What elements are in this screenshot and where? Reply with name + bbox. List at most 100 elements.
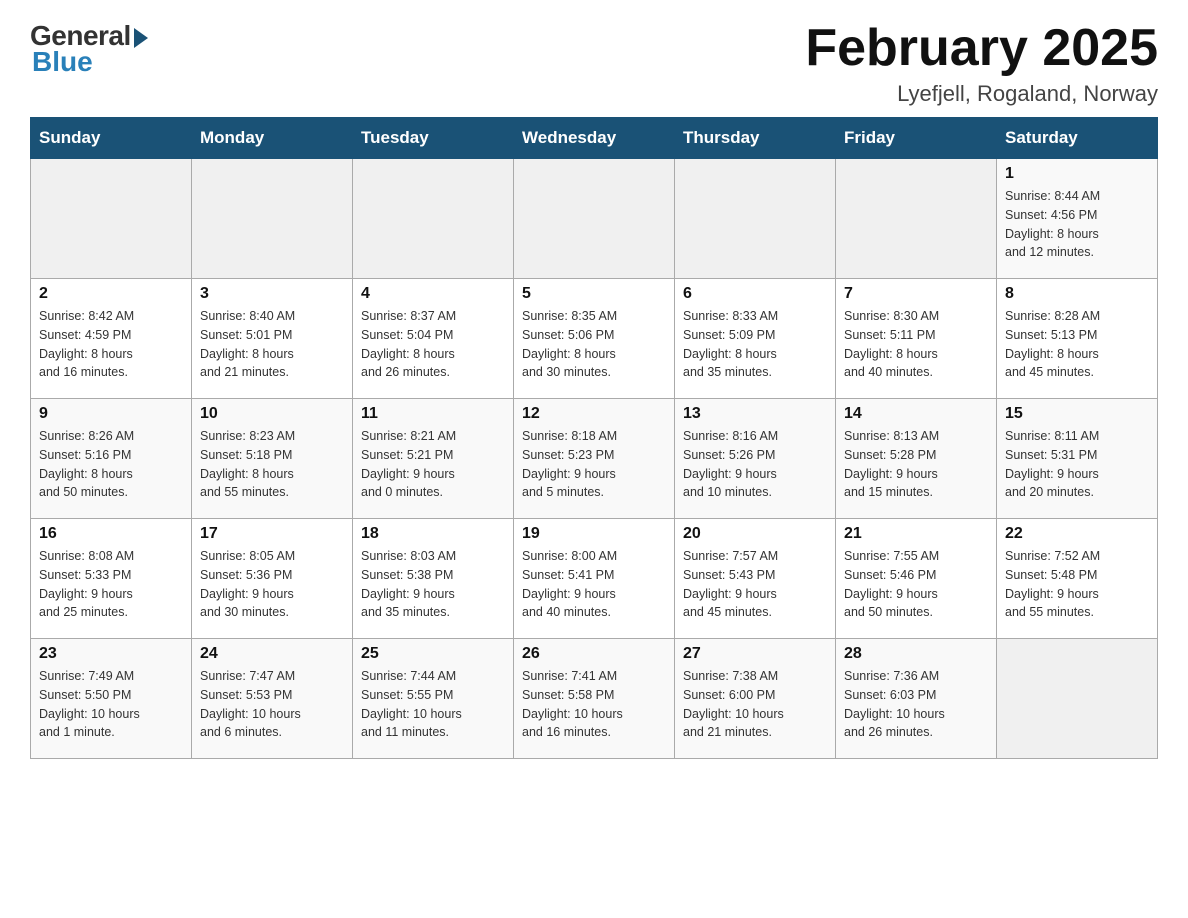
- day-number: 26: [522, 645, 666, 663]
- weekday-header-tuesday: Tuesday: [353, 118, 514, 159]
- day-number: 18: [361, 525, 505, 543]
- day-info: Sunrise: 7:55 AM Sunset: 5:46 PM Dayligh…: [844, 547, 988, 622]
- day-info: Sunrise: 7:47 AM Sunset: 5:53 PM Dayligh…: [200, 667, 344, 742]
- calendar-cell: [514, 159, 675, 279]
- weekday-header-saturday: Saturday: [997, 118, 1158, 159]
- calendar-cell: 3 Sunrise: 8:40 AM Sunset: 5:01 PM Daylig…: [192, 279, 353, 399]
- calendar-week-4: 16 Sunrise: 8:08 AM Sunset: 5:33 PM Dayli…: [31, 519, 1158, 639]
- day-info: Sunrise: 8:21 AM Sunset: 5:21 PM Dayligh…: [361, 427, 505, 502]
- day-number: 2: [39, 285, 183, 303]
- calendar-cell: 18 Sunrise: 8:03 AM Sunset: 5:38 PM Dayli…: [353, 519, 514, 639]
- logo-arrow-icon: [134, 28, 148, 48]
- calendar-cell: 1 Sunrise: 8:44 AM Sunset: 4:56 PM Daylig…: [997, 159, 1158, 279]
- day-info: Sunrise: 8:33 AM Sunset: 5:09 PM Dayligh…: [683, 307, 827, 382]
- day-info: Sunrise: 8:42 AM Sunset: 4:59 PM Dayligh…: [39, 307, 183, 382]
- weekday-header-monday: Monday: [192, 118, 353, 159]
- month-title: February 2025: [805, 20, 1158, 77]
- day-number: 17: [200, 525, 344, 543]
- day-number: 12: [522, 405, 666, 423]
- calendar-cell: [997, 639, 1158, 759]
- day-number: 22: [1005, 525, 1149, 543]
- day-number: 24: [200, 645, 344, 663]
- calendar-cell: 13 Sunrise: 8:16 AM Sunset: 5:26 PM Dayli…: [675, 399, 836, 519]
- day-info: Sunrise: 8:00 AM Sunset: 5:41 PM Dayligh…: [522, 547, 666, 622]
- calendar-cell: [192, 159, 353, 279]
- day-info: Sunrise: 8:37 AM Sunset: 5:04 PM Dayligh…: [361, 307, 505, 382]
- weekday-header-sunday: Sunday: [31, 118, 192, 159]
- day-info: Sunrise: 8:08 AM Sunset: 5:33 PM Dayligh…: [39, 547, 183, 622]
- day-number: 19: [522, 525, 666, 543]
- day-number: 4: [361, 285, 505, 303]
- day-info: Sunrise: 8:35 AM Sunset: 5:06 PM Dayligh…: [522, 307, 666, 382]
- day-number: 10: [200, 405, 344, 423]
- day-number: 23: [39, 645, 183, 663]
- day-info: Sunrise: 7:38 AM Sunset: 6:00 PM Dayligh…: [683, 667, 827, 742]
- day-info: Sunrise: 8:05 AM Sunset: 5:36 PM Dayligh…: [200, 547, 344, 622]
- day-info: Sunrise: 8:44 AM Sunset: 4:56 PM Dayligh…: [1005, 187, 1149, 262]
- calendar-cell: 5 Sunrise: 8:35 AM Sunset: 5:06 PM Daylig…: [514, 279, 675, 399]
- day-info: Sunrise: 8:26 AM Sunset: 5:16 PM Dayligh…: [39, 427, 183, 502]
- day-number: 3: [200, 285, 344, 303]
- location-subtitle: Lyefjell, Rogaland, Norway: [805, 81, 1158, 107]
- day-info: Sunrise: 7:44 AM Sunset: 5:55 PM Dayligh…: [361, 667, 505, 742]
- calendar-cell: 22Sunrise: 7:52 AM Sunset: 5:48 PM Dayli…: [997, 519, 1158, 639]
- day-info: Sunrise: 8:23 AM Sunset: 5:18 PM Dayligh…: [200, 427, 344, 502]
- calendar-cell: 6 Sunrise: 8:33 AM Sunset: 5:09 PM Daylig…: [675, 279, 836, 399]
- logo-blue-text: Blue: [32, 46, 93, 78]
- calendar-cell: 23 Sunrise: 7:49 AM Sunset: 5:50 PM Dayli…: [31, 639, 192, 759]
- day-info: Sunrise: 7:41 AM Sunset: 5:58 PM Dayligh…: [522, 667, 666, 742]
- day-number: 27: [683, 645, 827, 663]
- calendar-cell: 7 Sunrise: 8:30 AM Sunset: 5:11 PM Daylig…: [836, 279, 997, 399]
- day-info: Sunrise: 7:36 AM Sunset: 6:03 PM Dayligh…: [844, 667, 988, 742]
- day-info: Sunrise: 8:18 AM Sunset: 5:23 PM Dayligh…: [522, 427, 666, 502]
- day-info: Sunrise: 8:13 AM Sunset: 5:28 PM Dayligh…: [844, 427, 988, 502]
- calendar-cell: 9 Sunrise: 8:26 AM Sunset: 5:16 PM Daylig…: [31, 399, 192, 519]
- day-info: Sunrise: 8:40 AM Sunset: 5:01 PM Dayligh…: [200, 307, 344, 382]
- day-info: Sunrise: 7:57 AM Sunset: 5:43 PM Dayligh…: [683, 547, 827, 622]
- day-number: 16: [39, 525, 183, 543]
- calendar-cell: 10 Sunrise: 8:23 AM Sunset: 5:18 PM Dayli…: [192, 399, 353, 519]
- weekday-header-wednesday: Wednesday: [514, 118, 675, 159]
- calendar-cell: 2 Sunrise: 8:42 AM Sunset: 4:59 PM Daylig…: [31, 279, 192, 399]
- day-info: Sunrise: 8:28 AM Sunset: 5:13 PM Dayligh…: [1005, 307, 1149, 382]
- calendar-cell: 8 Sunrise: 8:28 AM Sunset: 5:13 PM Daylig…: [997, 279, 1158, 399]
- calendar-cell: 11 Sunrise: 8:21 AM Sunset: 5:21 PM Dayli…: [353, 399, 514, 519]
- weekday-header-thursday: Thursday: [675, 118, 836, 159]
- day-info: Sunrise: 8:11 AM Sunset: 5:31 PM Dayligh…: [1005, 427, 1149, 502]
- day-number: 13: [683, 405, 827, 423]
- day-number: 21: [844, 525, 988, 543]
- calendar-cell: 21 Sunrise: 7:55 AM Sunset: 5:46 PM Dayli…: [836, 519, 997, 639]
- day-info: Sunrise: 7:49 AM Sunset: 5:50 PM Dayligh…: [39, 667, 183, 742]
- calendar-cell: 27 Sunrise: 7:38 AM Sunset: 6:00 PM Dayli…: [675, 639, 836, 759]
- calendar-week-3: 9 Sunrise: 8:26 AM Sunset: 5:16 PM Daylig…: [31, 399, 1158, 519]
- weekday-header-friday: Friday: [836, 118, 997, 159]
- calendar-cell: 4 Sunrise: 8:37 AM Sunset: 5:04 PM Daylig…: [353, 279, 514, 399]
- day-number: 9: [39, 405, 183, 423]
- calendar-cell: 16 Sunrise: 8:08 AM Sunset: 5:33 PM Dayli…: [31, 519, 192, 639]
- calendar-cell: 17 Sunrise: 8:05 AM Sunset: 5:36 PM Dayli…: [192, 519, 353, 639]
- calendar-cell: 20 Sunrise: 7:57 AM Sunset: 5:43 PM Dayli…: [675, 519, 836, 639]
- day-number: 14: [844, 405, 988, 423]
- calendar-cell: 15Sunrise: 8:11 AM Sunset: 5:31 PM Dayli…: [997, 399, 1158, 519]
- calendar-cell: [675, 159, 836, 279]
- day-number: 8: [1005, 285, 1149, 303]
- calendar-table: SundayMondayTuesdayWednesdayThursdayFrid…: [30, 117, 1158, 759]
- day-number: 5: [522, 285, 666, 303]
- day-number: 1: [1005, 165, 1149, 183]
- calendar-cell: [836, 159, 997, 279]
- day-number: 11: [361, 405, 505, 423]
- calendar-cell: 14 Sunrise: 8:13 AM Sunset: 5:28 PM Dayli…: [836, 399, 997, 519]
- title-area: February 2025 Lyefjell, Rogaland, Norway: [805, 20, 1158, 107]
- calendar-cell: 12 Sunrise: 8:18 AM Sunset: 5:23 PM Dayli…: [514, 399, 675, 519]
- day-number: 6: [683, 285, 827, 303]
- day-info: Sunrise: 8:30 AM Sunset: 5:11 PM Dayligh…: [844, 307, 988, 382]
- calendar-week-1: 1 Sunrise: 8:44 AM Sunset: 4:56 PM Daylig…: [31, 159, 1158, 279]
- day-info: Sunrise: 8:16 AM Sunset: 5:26 PM Dayligh…: [683, 427, 827, 502]
- day-number: 7: [844, 285, 988, 303]
- day-number: 20: [683, 525, 827, 543]
- calendar-cell: 28Sunrise: 7:36 AM Sunset: 6:03 PM Dayli…: [836, 639, 997, 759]
- calendar-week-2: 2 Sunrise: 8:42 AM Sunset: 4:59 PM Daylig…: [31, 279, 1158, 399]
- day-info: Sunrise: 8:03 AM Sunset: 5:38 PM Dayligh…: [361, 547, 505, 622]
- calendar-week-5: 23 Sunrise: 7:49 AM Sunset: 5:50 PM Dayli…: [31, 639, 1158, 759]
- calendar-cell: 24 Sunrise: 7:47 AM Sunset: 5:53 PM Dayli…: [192, 639, 353, 759]
